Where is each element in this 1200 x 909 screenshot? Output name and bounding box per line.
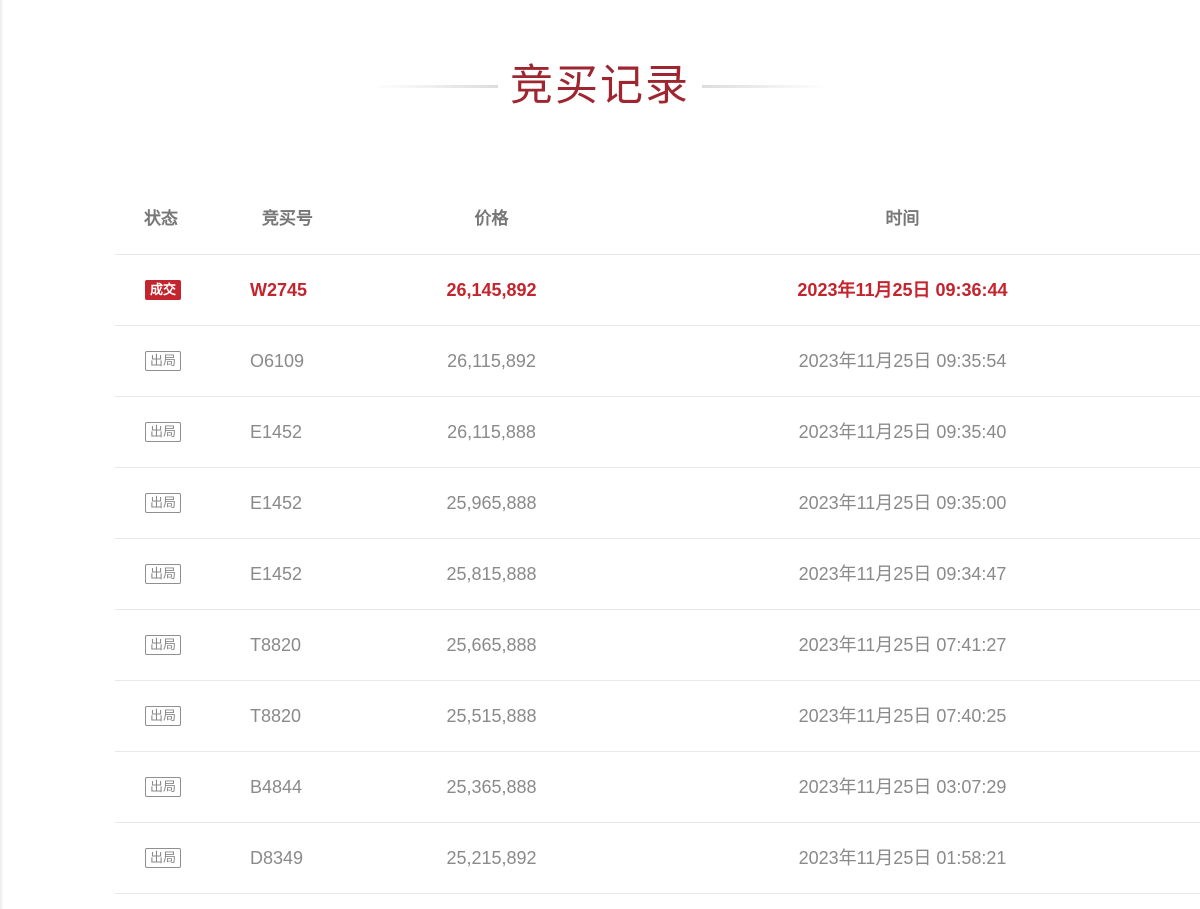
bidder-number: B4844 bbox=[250, 777, 303, 797]
table-body: 成交 W2745 26,145,892 2023年11月25日 09:36:44 出局 O… bbox=[115, 255, 1200, 894]
table-row: 出局 D8349 25,215,892 2023年11月25日 01:58:21 bbox=[115, 823, 1200, 894]
bid-time: 2023年11月25日 07:41:27 bbox=[798, 635, 1007, 655]
status-cell: 出局 bbox=[145, 681, 205, 751]
bid-price: 25,515,888 bbox=[446, 706, 537, 726]
status-cell: 成交 bbox=[145, 255, 205, 325]
bid-time: 2023年11月25日 09:35:00 bbox=[798, 493, 1007, 513]
bid-price: 26,115,892 bbox=[447, 351, 536, 371]
bid-price: 25,965,888 bbox=[446, 493, 537, 513]
status-cell: 出局 bbox=[145, 326, 205, 396]
bid-price: 26,115,888 bbox=[447, 422, 536, 442]
status-badge-out: 出局 bbox=[145, 847, 181, 868]
status-cell: 出局 bbox=[145, 610, 205, 680]
status-badge-out: 出局 bbox=[145, 634, 181, 655]
status-badge-out: 出局 bbox=[145, 776, 181, 797]
table-header-row: 状态 竞买号 价格 时间 bbox=[115, 184, 1200, 255]
left-edge-shadow bbox=[0, 0, 4, 909]
title-divider-left bbox=[372, 84, 498, 88]
page-title: 竞买记录 bbox=[510, 61, 690, 111]
status-badge-out: 出局 bbox=[145, 705, 181, 726]
status-cell: 出局 bbox=[145, 468, 205, 538]
bid-record-page: 竞买记录 状态 竞买号 价格 时间 成交 W2745 26,145,892 2023年… bbox=[0, 0, 1200, 909]
status-cell: 出局 bbox=[145, 539, 205, 609]
bid-price: 25,365,888 bbox=[446, 777, 537, 797]
table-row: 成交 W2745 26,145,892 2023年11月25日 09:36:44 bbox=[115, 255, 1200, 326]
bidder-number: D8349 bbox=[250, 848, 304, 868]
status-cell: 出局 bbox=[145, 397, 205, 467]
status-badge-out: 出局 bbox=[145, 563, 181, 584]
bid-time: 2023年11月25日 09:36:44 bbox=[797, 280, 1008, 300]
bidder-number: E1452 bbox=[250, 422, 303, 442]
status-badge-out: 出局 bbox=[145, 421, 181, 442]
status-badge-out: 出局 bbox=[145, 350, 181, 371]
bid-price: 26,145,892 bbox=[446, 280, 537, 300]
column-header-time: 时间 bbox=[885, 209, 920, 228]
table-row-partial bbox=[115, 894, 1200, 909]
bid-time: 2023年11月25日 09:35:54 bbox=[798, 351, 1007, 371]
bid-price: 25,215,892 bbox=[446, 848, 537, 868]
status-badge-out: 出局 bbox=[145, 492, 181, 513]
bidder-number: E1452 bbox=[250, 493, 303, 513]
status-badge-deal: 成交 bbox=[145, 279, 181, 300]
table-row: 出局 B4844 25,365,888 2023年11月25日 03:07:29 bbox=[115, 752, 1200, 823]
column-header-status: 状态 bbox=[144, 209, 178, 228]
bidder-number: T8820 bbox=[250, 706, 302, 726]
column-header-bidder: 竞买号 bbox=[262, 209, 313, 228]
title-divider-right bbox=[702, 84, 828, 88]
section-header: 竞买记录 bbox=[0, 54, 1200, 118]
bid-price: 25,665,888 bbox=[446, 635, 537, 655]
bidder-number: W2745 bbox=[250, 280, 308, 300]
bid-time: 2023年11月25日 09:34:47 bbox=[798, 564, 1007, 584]
bid-time: 2023年11月25日 09:35:40 bbox=[798, 422, 1007, 442]
table-row: 出局 E1452 25,965,888 2023年11月25日 09:35:00 bbox=[115, 468, 1200, 539]
bid-time: 2023年11月25日 03:07:29 bbox=[798, 777, 1007, 797]
bid-time: 2023年11月25日 07:40:25 bbox=[798, 706, 1007, 726]
bid-record-table: 状态 竞买号 价格 时间 成交 W2745 26,145,892 2023年11月25… bbox=[115, 184, 1200, 909]
table-row: 出局 E1452 26,115,888 2023年11月25日 09:35:40 bbox=[115, 397, 1200, 468]
status-cell: 出局 bbox=[145, 752, 205, 822]
bid-time: 2023年11月25日 01:58:21 bbox=[798, 848, 1007, 868]
table-row: 出局 E1452 25,815,888 2023年11月25日 09:34:47 bbox=[115, 539, 1200, 610]
bidder-number: T8820 bbox=[250, 635, 302, 655]
table-row: 出局 O6109 26,115,892 2023年11月25日 09:35:54 bbox=[115, 326, 1200, 397]
bidder-number: O6109 bbox=[250, 351, 305, 371]
bidder-number: E1452 bbox=[250, 564, 303, 584]
table-row: 出局 T8820 25,665,888 2023年11月25日 07:41:27 bbox=[115, 610, 1200, 681]
bid-price: 25,815,888 bbox=[446, 564, 537, 584]
status-cell: 出局 bbox=[145, 823, 205, 893]
column-header-price: 价格 bbox=[474, 209, 509, 228]
table-row: 出局 T8820 25,515,888 2023年11月25日 07:40:25 bbox=[115, 681, 1200, 752]
